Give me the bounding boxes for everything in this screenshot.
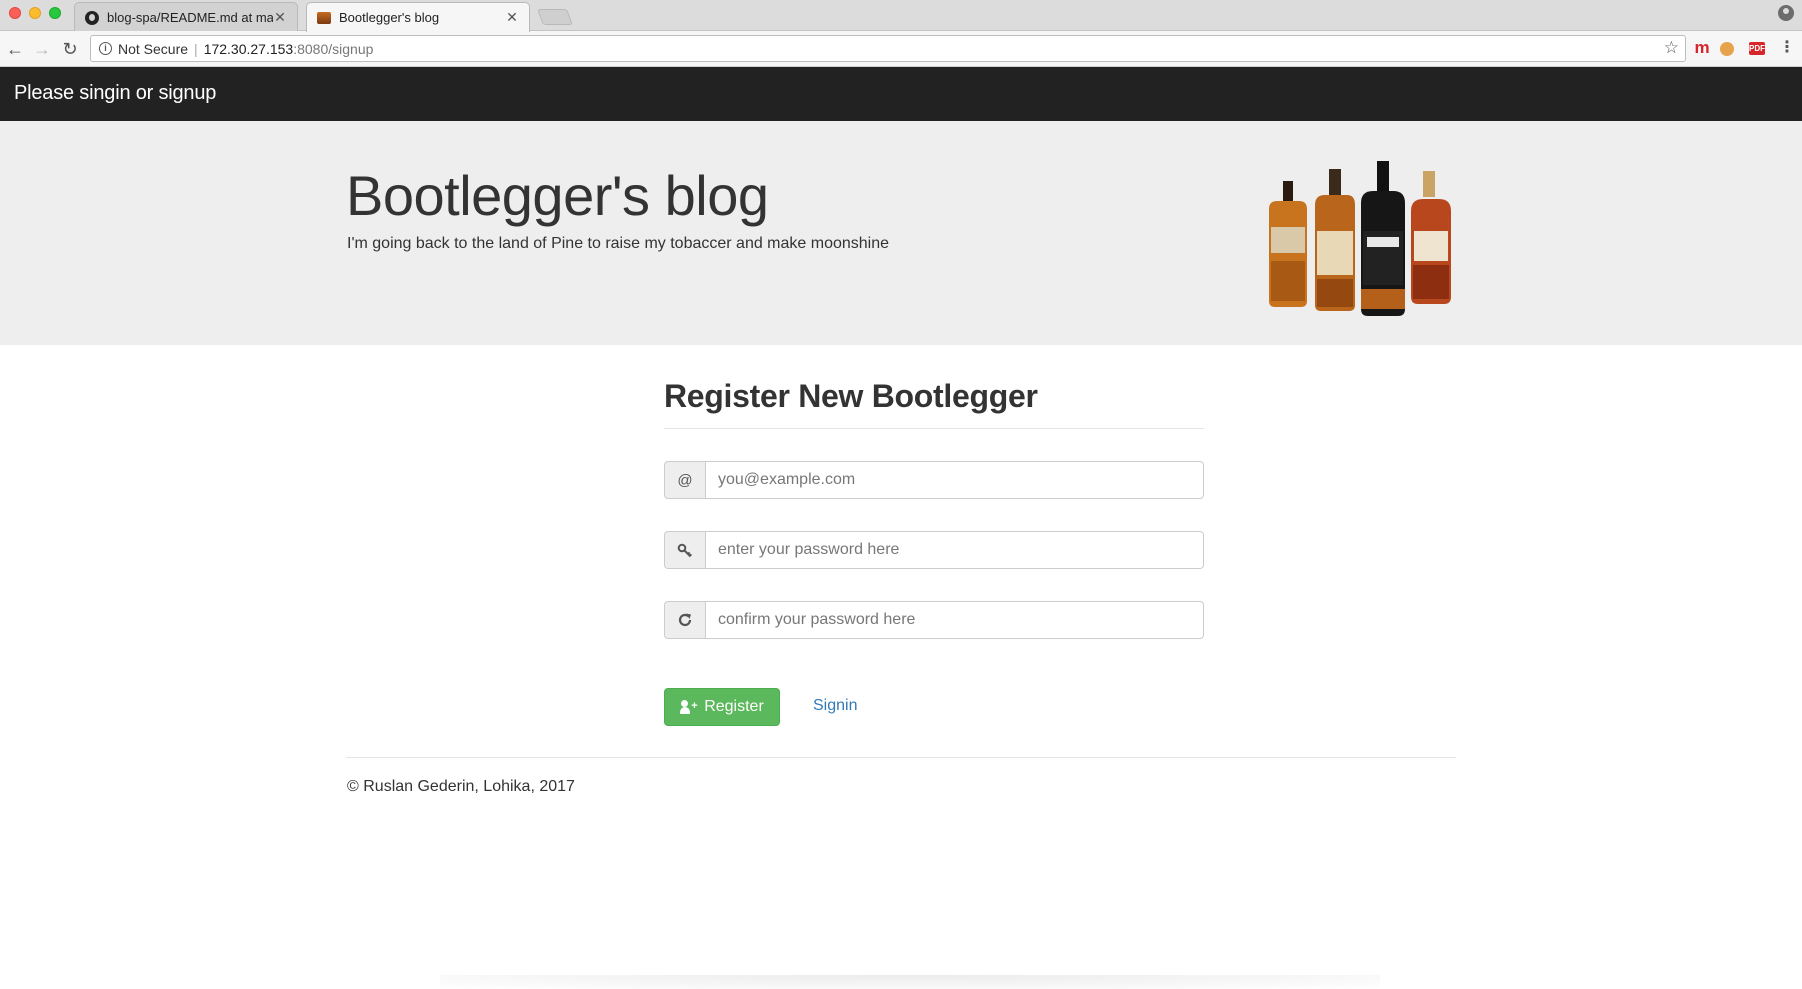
- bookmark-star-icon[interactable]: ☆: [1664, 38, 1679, 58]
- maximize-window-button[interactable]: [49, 7, 61, 19]
- bottle-2: [1315, 169, 1355, 311]
- bottle-1: [1269, 181, 1307, 307]
- profile-icon[interactable]: [1778, 5, 1794, 21]
- form-title: Register New Bootlegger: [664, 378, 1038, 414]
- extension-m-icon[interactable]: m: [1693, 39, 1711, 57]
- footer-divider: [346, 757, 1456, 758]
- bottle-favicon-icon: [317, 11, 331, 24]
- page-subtitle: I'm going back to the land of Pine to ra…: [347, 235, 890, 252]
- bottle-4: [1411, 171, 1451, 304]
- password-field[interactable]: [706, 531, 1204, 569]
- security-label: Not Secure: [118, 40, 189, 57]
- url-path: :8080/signup: [293, 40, 374, 57]
- refresh-icon: [664, 601, 706, 639]
- jumbotron: Bootlegger's blog I'm going back to the …: [0, 121, 1802, 345]
- key-icon: [664, 531, 706, 569]
- close-icon[interactable]: ✕: [505, 9, 519, 26]
- browser-tab-bar: blog-spa/README.md at mast ✕ Bootlegger'…: [0, 0, 1802, 32]
- top-navbar: Please singin or signup: [0, 67, 1802, 121]
- tab-github-readme[interactable]: blog-spa/README.md at mast ✕: [74, 2, 298, 32]
- browser-menu-icon[interactable]: ⋮: [1778, 39, 1796, 57]
- extension-cookie-icon[interactable]: [1720, 42, 1734, 56]
- bottle-3: [1361, 161, 1405, 316]
- email-field[interactable]: [706, 461, 1204, 499]
- info-icon[interactable]: i: [99, 42, 112, 55]
- bottom-shadow: [440, 975, 1380, 989]
- tab-bootleggers-blog[interactable]: Bootlegger's blog ✕: [306, 2, 530, 32]
- address-separator: |: [194, 40, 198, 57]
- page-title: Bootlegger's blog: [346, 164, 769, 227]
- address-bar[interactable]: i Not Secure | 172.30.27.153:8080/signup…: [90, 35, 1686, 62]
- password-input-group: [664, 531, 1204, 569]
- forward-arrow-icon[interactable]: →: [31, 38, 53, 60]
- minimize-window-button[interactable]: [29, 7, 41, 19]
- new-tab-button[interactable]: [537, 9, 573, 25]
- tab-title: blog-spa/README.md at mast: [107, 10, 273, 25]
- signin-link[interactable]: Signin: [813, 697, 857, 715]
- confirm-password-input-group: [664, 601, 1204, 639]
- tab-title: Bootlegger's blog: [339, 10, 440, 25]
- extension-pdf-icon[interactable]: PDF: [1749, 42, 1765, 55]
- navbar-brand[interactable]: Please singin or signup: [14, 82, 216, 105]
- close-icon[interactable]: ✕: [273, 9, 287, 26]
- at-icon: @: [664, 461, 706, 499]
- browser-toolbar: ← → ↻ i Not Secure | 172.30.27.153:8080/…: [0, 31, 1802, 67]
- back-arrow-icon[interactable]: ←: [4, 38, 26, 60]
- register-button-label: Register: [704, 698, 764, 715]
- whiskey-bottles-image: [1269, 161, 1451, 316]
- reload-icon[interactable]: ↻: [59, 38, 81, 60]
- user-plus-icon: +: [680, 700, 698, 714]
- confirm-password-field[interactable]: [706, 601, 1204, 639]
- footer-copyright: © Ruslan Gederin, Lohika, 2017: [347, 778, 575, 795]
- github-icon: [85, 10, 99, 25]
- email-input-group: @: [664, 461, 1204, 499]
- url-host: 172.30.27.153: [203, 40, 294, 57]
- form-divider: [664, 428, 1204, 429]
- register-button[interactable]: + Register: [664, 688, 780, 726]
- close-window-button[interactable]: [9, 7, 21, 19]
